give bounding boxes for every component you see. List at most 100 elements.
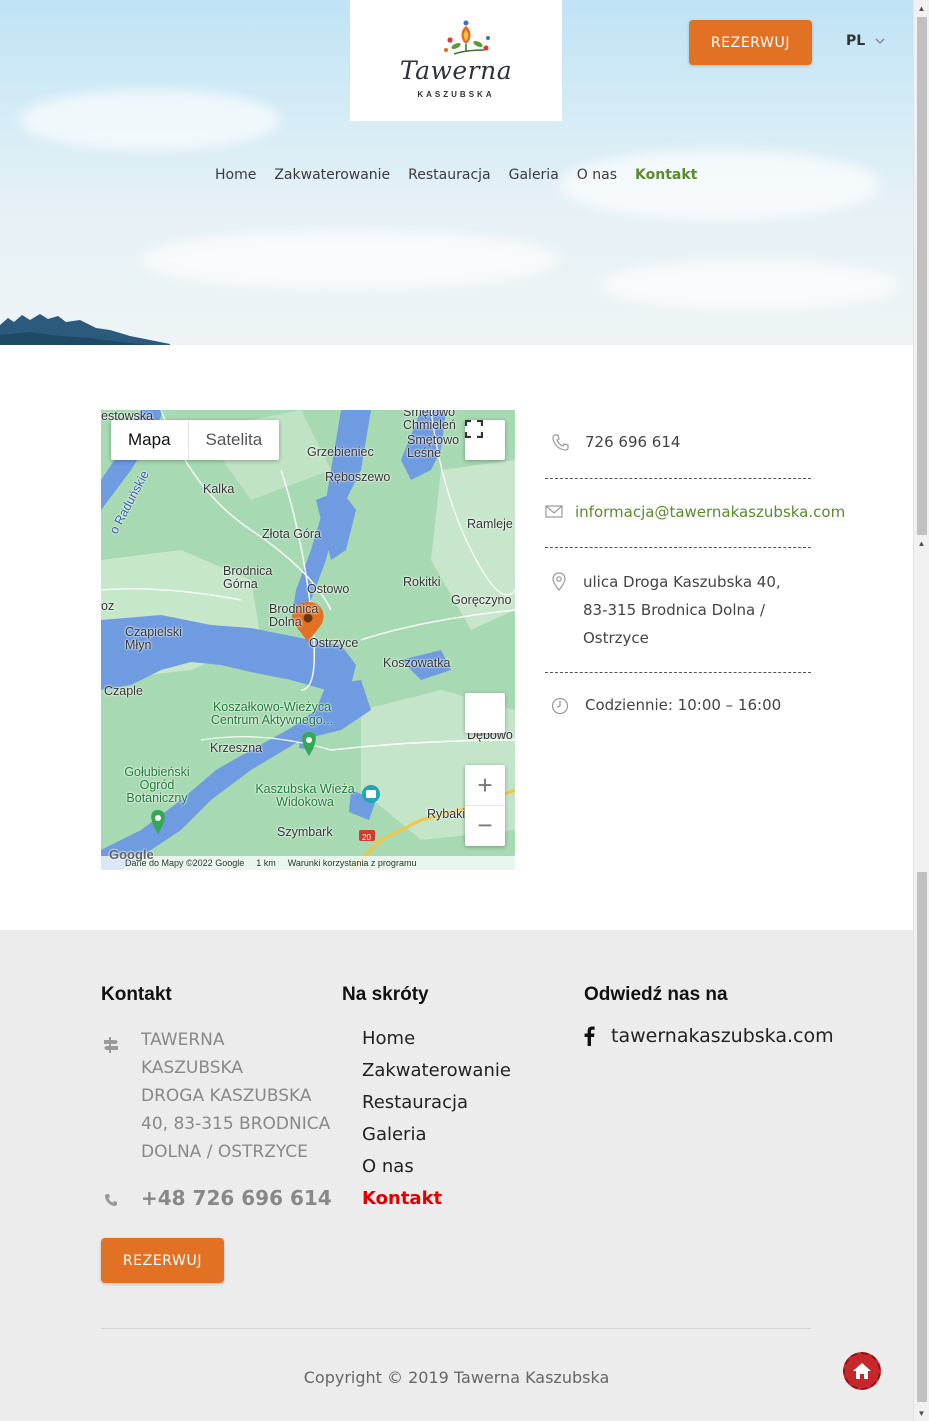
facebook-link[interactable]: tawernakaszubska.com	[584, 1025, 834, 1047]
email-link[interactable]: informacja@tawernakaszubska.com	[575, 503, 845, 521]
location-pin-icon	[551, 572, 567, 601]
address-line: ulica Droga Kaszubska 40,	[583, 573, 781, 591]
address-line: Ostrzyce	[583, 629, 649, 647]
scroll-to-top-button[interactable]	[843, 1352, 881, 1390]
footer-address-line: KASZUBSKA	[141, 1058, 243, 1078]
map-label: Krzeszna	[210, 741, 263, 755]
map-label: Czapielski Młyn	[125, 625, 182, 652]
footer-link-home[interactable]: Home	[362, 1028, 511, 1060]
main-nav: Home Zakwaterowanie Restauracja Galeria …	[215, 167, 697, 183]
footer-phone[interactable]: +48 726 696 614	[141, 1186, 332, 1210]
divider	[545, 547, 811, 548]
map-label: Rokitki	[403, 575, 441, 589]
map-scale: 1 km	[256, 858, 276, 868]
map-label: Ramleje	[467, 517, 513, 531]
nav-item-galeria[interactable]: Galeria	[509, 167, 559, 183]
contact-address: ulica Droga Kaszubska 40, 83-315 Brodnic…	[545, 570, 811, 656]
hours-text: Codziennie: 10:00 – 16:00	[585, 696, 782, 714]
nav-item-zakwaterowanie[interactable]: Zakwaterowanie	[274, 167, 390, 183]
language-selector[interactable]: PL	[846, 33, 885, 49]
address-line: 83-315 Brodnica Dolna /	[583, 601, 766, 619]
map-label: Kaszubska Wieża Widokowa	[255, 782, 355, 809]
scroll-down-arrow[interactable]: ▼	[914, 1405, 929, 1421]
home-icon	[853, 1363, 871, 1379]
facebook-icon	[584, 1026, 595, 1046]
zoom-out-button[interactable]: −	[465, 806, 505, 846]
scroll-up-arrow[interactable]: ▲	[914, 0, 929, 16]
scroll-arrow[interactable]: ▲	[914, 535, 929, 551]
nav-item-home[interactable]: Home	[215, 167, 256, 183]
map-label: Złota Góra	[262, 527, 322, 541]
street-view-button[interactable]	[465, 693, 505, 733]
footer-link-restauracja[interactable]: Restauracja	[362, 1092, 511, 1124]
map-label: Rybaki	[427, 807, 466, 821]
map-terms-link[interactable]: Warunki korzystania z programu	[288, 858, 417, 868]
scroll-thumb[interactable]	[917, 17, 927, 535]
clock-icon	[551, 697, 569, 719]
nav-item-o-nas[interactable]: O nas	[577, 167, 617, 183]
map-label: oz	[101, 599, 115, 613]
footer-shortcuts-heading: Na skróty	[342, 984, 429, 1005]
nav-item-kontakt[interactable]: Kontakt	[635, 167, 697, 183]
logo-subtitle: KASZUBSKA	[417, 90, 495, 99]
google-map[interactable]: estowska Smętowo Chmieleń Smętowo Leśne …	[101, 410, 515, 870]
treeline-graphic	[0, 314, 170, 345]
tab-map[interactable]: Mapa	[111, 420, 189, 460]
contact-phone[interactable]: 726 696 614	[545, 433, 811, 457]
language-label: PL	[846, 33, 866, 49]
flower-logo-icon	[444, 20, 490, 55]
signpost-icon	[103, 1036, 119, 1059]
footer-link-galeria[interactable]: Galeria	[362, 1124, 511, 1156]
footer-address-line: DROGA KASZUBSKA	[141, 1086, 312, 1106]
footer-visit-heading: Odwiedź nas na	[584, 984, 728, 1005]
phone-icon	[551, 433, 569, 455]
contact-email[interactable]: informacja@tawernakaszubska.com	[545, 503, 845, 527]
map-type-toggle: Mapa Satelita	[111, 420, 280, 460]
map-attribution-bar: Dane do Mapy ©2022 Google 1 km Warunki k…	[101, 856, 515, 870]
page-scrollbar[interactable]: ▲ ▲ ▼	[913, 0, 929, 1421]
logo-name: Tawerna	[399, 56, 513, 85]
nav-item-restauracja[interactable]: Restauracja	[408, 167, 490, 183]
fullscreen-icon	[465, 420, 483, 438]
map-label: Ostrzyce	[309, 636, 359, 650]
logo[interactable]: Tawerna KASZUBSKA	[350, 0, 562, 121]
fullscreen-button[interactable]	[465, 420, 505, 460]
book-button[interactable]: REZERWUJ	[689, 20, 812, 65]
map-label: Koszowatka	[383, 656, 451, 670]
map-label: Kalka	[203, 482, 235, 496]
google-logo: Google	[109, 847, 154, 862]
footer-link-zakwaterowanie[interactable]: Zakwaterowanie	[362, 1060, 511, 1092]
scroll-thumb-lower[interactable]	[917, 872, 927, 1402]
mail-icon	[545, 505, 563, 523]
zoom-controls: + −	[465, 765, 505, 846]
copyright: Copyright © 2019 Tawerna Kaszubska	[303, 1368, 610, 1387]
footer-link-kontakt[interactable]: Kontakt	[362, 1188, 511, 1220]
footer-address-line: 40, 83-315 BRODNICA	[141, 1114, 331, 1134]
divider	[545, 672, 811, 673]
footer-contact-heading: Kontakt	[101, 984, 172, 1005]
phone-text: 726 696 614	[585, 433, 681, 451]
route-number: 20	[362, 833, 371, 842]
map-label: Brodnica Górna	[223, 564, 273, 591]
map-label: Brodnica Dolna	[269, 602, 319, 629]
map-label: Smętowo Chmieleń	[403, 410, 456, 432]
map-label: Grzebieniec	[307, 445, 374, 459]
map-label: Czaple	[104, 684, 143, 698]
map-label: Goręczyno	[451, 593, 512, 607]
map-label: Ręboszewo	[325, 470, 391, 484]
footer-shortcuts: Home Zakwaterowanie Restauracja Galeria …	[362, 1028, 511, 1220]
opening-hours: Codziennie: 10:00 – 16:00	[545, 696, 811, 720]
phone-icon	[104, 1193, 118, 1212]
chevron-down-icon	[875, 38, 885, 44]
map-label: Gołubieński Ogród Botaniczny	[124, 765, 190, 805]
tab-satellite[interactable]: Satelita	[189, 420, 280, 460]
footer-book-button[interactable]: REZERWUJ	[101, 1238, 224, 1283]
map-label: Koszałkowo-Wieżyca Centrum Aktywnego...	[210, 700, 334, 727]
footer-address: TAWERNA KASZUBSKA DROGA KASZUBSKA 40, 83…	[141, 1026, 341, 1166]
map-label: Ostowo	[307, 582, 350, 596]
footer-link-o-nas[interactable]: O nas	[362, 1156, 511, 1188]
zoom-in-button[interactable]: +	[465, 766, 505, 806]
footer-address-line: DOLNA / OSTRZYCE	[141, 1142, 308, 1162]
footer-address-line: TAWERNA	[141, 1030, 225, 1050]
facebook-label: tawernakaszubska.com	[611, 1025, 834, 1047]
